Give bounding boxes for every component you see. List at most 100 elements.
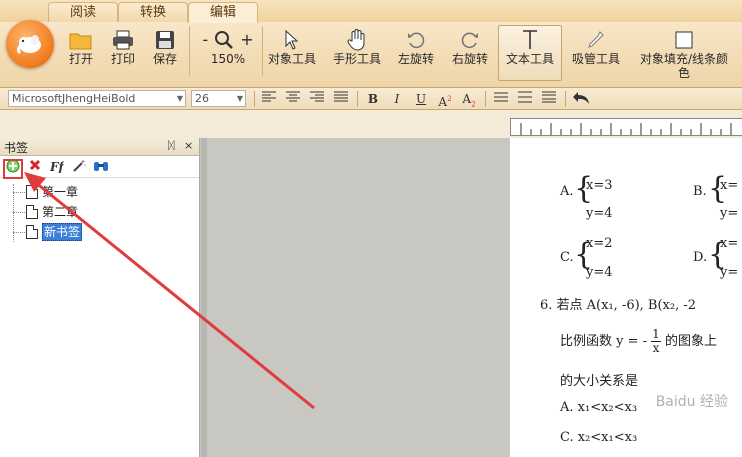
close-icon[interactable]: × — [184, 139, 193, 152]
tab-strip: 阅读 转换 编辑 — [0, 0, 742, 23]
rotate-left-label: 左旋转 — [397, 52, 434, 66]
hand-icon — [347, 29, 365, 51]
text-cursor-icon — [523, 30, 537, 49]
fraction: 1x — [651, 328, 661, 355]
tab-edit[interactable]: 编辑 — [188, 2, 258, 23]
line-spacing-1-button[interactable] — [492, 91, 510, 107]
find-bookmark-button[interactable] — [93, 159, 109, 175]
hand-tool-label: 手形工具 — [332, 52, 381, 66]
save-label: 保存 — [152, 52, 177, 66]
format-separator — [485, 91, 486, 107]
line-spacing-3-button[interactable] — [540, 91, 558, 107]
option-b-label: B. — [693, 184, 707, 199]
option-c-label: C. — [560, 250, 574, 265]
subscript-button[interactable]: A2 — [460, 91, 478, 109]
object-tool-button[interactable]: 对象工具 — [265, 28, 319, 66]
option-d-y: y= — [720, 265, 739, 280]
magnifier-icon[interactable] — [214, 30, 234, 50]
undo-button[interactable] — [572, 91, 590, 107]
ribbon: 阅读 转换 编辑 打开 打印 保存 - + 150% 对象工具 手形工具 左旋转… — [0, 0, 742, 88]
pin-icon[interactable]: ᛞ — [168, 139, 175, 152]
bookmark-label: 第一章 — [42, 185, 79, 199]
italic-button[interactable]: I — [388, 91, 406, 107]
align-justify-icon — [334, 91, 348, 102]
horizontal-ruler — [510, 118, 742, 136]
font-size-select[interactable]: 26 ▼ — [191, 90, 246, 107]
chevron-down-icon: ▼ — [236, 94, 243, 103]
svg-text:Ff: Ff — [50, 160, 64, 173]
question-6-option-c: C. x₂<x₁<x₃ — [560, 430, 638, 445]
fill-stroke-label-2: 色 — [677, 66, 690, 80]
font-size-value: 26 — [195, 92, 209, 105]
fill-stroke-label: 对象填充/线条颜 — [639, 52, 729, 66]
app-logo-button[interactable] — [6, 20, 54, 68]
ruler-bar — [0, 110, 742, 138]
eyedropper-label: 吸管工具 — [571, 52, 620, 66]
question-6-line2-end: 的图象上 — [664, 334, 717, 349]
text-tool-button[interactable]: 文本工具 — [498, 25, 562, 81]
red-x-icon — [29, 159, 41, 171]
question-6-text: 6. 若点 A(x₁, -6), B(x₂, -2 — [540, 298, 697, 313]
binoculars-icon — [94, 162, 108, 171]
align-left-button[interactable] — [260, 91, 278, 107]
format-toolbar: MicrosoftJhengHeiBold ▼ 26 ▼ B I U A2 A2 — [0, 88, 742, 110]
zoom-in-button[interactable]: + — [240, 32, 253, 48]
object-tool-label: 对象工具 — [267, 52, 316, 66]
tree-guide-line — [13, 192, 25, 193]
open-button[interactable]: 打开 — [64, 28, 98, 66]
ruler-ticks — [520, 123, 732, 135]
undo-arrow-icon — [573, 92, 589, 104]
font-family-select[interactable]: MicrosoftJhengHeiBold ▼ — [8, 90, 186, 107]
save-button[interactable]: 保存 — [148, 28, 182, 66]
bookmark-item-selected[interactable]: 新书签 — [26, 223, 83, 241]
superscript-letter: A — [438, 95, 448, 109]
option-d-label: D. — [693, 250, 708, 265]
print-label: 打印 — [110, 52, 135, 66]
magic-wand-button[interactable] — [71, 159, 87, 175]
font-properties-icon: Ff — [49, 160, 66, 174]
subscript-mark: 2 — [471, 100, 476, 109]
bookmark-properties-button[interactable]: Ff — [49, 159, 66, 175]
page-icon — [26, 205, 38, 219]
rotate-left-button[interactable]: 左旋转 — [394, 28, 438, 66]
floppy-disk-icon — [156, 31, 174, 49]
align-center-button[interactable] — [284, 91, 302, 107]
rotate-right-button[interactable]: 右旋转 — [448, 28, 492, 66]
chevron-down-icon: ▼ — [176, 94, 183, 103]
watermark: Baidu 经验 — [655, 394, 728, 410]
question-6-option-a: A. x₁<x₂<x₃ — [560, 400, 638, 415]
align-right-button[interactable] — [308, 91, 326, 107]
line-spacing-2-button[interactable] — [516, 91, 534, 107]
superscript-button[interactable]: A2 — [436, 91, 454, 109]
tab-read[interactable]: 阅读 — [48, 2, 118, 22]
panel-splitter[interactable] — [201, 138, 207, 457]
delete-bookmark-button[interactable] — [27, 159, 43, 175]
highlight-box — [3, 159, 23, 179]
option-a-label: A. — [560, 184, 574, 199]
print-button[interactable]: 打印 — [106, 28, 140, 66]
format-separator — [357, 91, 358, 107]
format-separator — [254, 91, 255, 107]
fill-stroke-color-button[interactable]: 对象填充/线条颜 色 — [634, 28, 734, 80]
tree-guide-line — [13, 212, 25, 213]
bookmark-label: 第二章 — [42, 205, 79, 219]
bookmark-item[interactable]: 第二章 — [26, 204, 78, 220]
toolbar-separator — [189, 26, 190, 76]
bookmark-panel-header: 书签 ᛞ × — [0, 138, 199, 156]
zoom-out-button[interactable]: - — [202, 32, 208, 48]
page-icon — [26, 185, 38, 199]
align-justify-button[interactable] — [332, 91, 350, 107]
hand-tool-button[interactable]: 手形工具 — [330, 28, 384, 66]
bold-button[interactable]: B — [364, 91, 382, 107]
tab-convert[interactable]: 转换 — [118, 2, 188, 22]
bookmark-item[interactable]: 第一章 — [26, 184, 78, 200]
text-tool-label: 文本工具 — [505, 52, 554, 66]
eyedropper-button[interactable]: 吸管工具 — [568, 28, 624, 66]
bookmark-toolbar: Ff — [0, 156, 199, 178]
underline-button[interactable]: U — [412, 91, 430, 107]
rotate-left-icon — [408, 32, 425, 49]
zoom-level: 150% — [210, 52, 246, 66]
eyedropper-icon — [588, 31, 604, 48]
question-6-line2-start: 比例函数 y = - — [560, 334, 648, 349]
align-left-icon — [262, 91, 276, 102]
